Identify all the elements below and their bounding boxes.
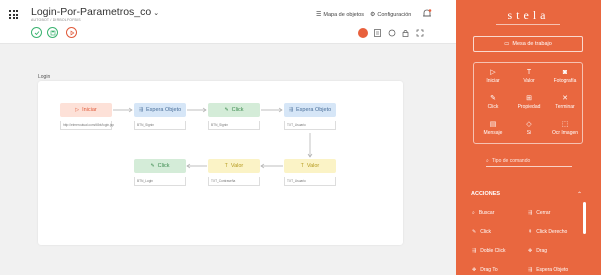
lock-icon[interactable]: [401, 29, 410, 38]
action-label: Click: [480, 229, 492, 235]
flow-connectors: [113, 107, 313, 169]
tools-palette: ▷ Iniciar T Valor ◙ Fotografía ✎ Click ⊞ Prop…: [473, 62, 583, 144]
tool-fotografia[interactable]: ◙ Fotografía: [547, 68, 583, 84]
tool-terminar[interactable]: ✕ Terminar: [547, 94, 583, 110]
command-search-placeholder: Tipo de comando: [491, 157, 531, 164]
action-drag[interactable]: ✥ Drag: [528, 248, 547, 254]
action-buscar[interactable]: ⌕ Buscar: [472, 210, 494, 216]
search-icon: ⌕: [472, 210, 475, 216]
run-button[interactable]: [66, 27, 77, 38]
action-label: Click Derecho: [536, 229, 568, 235]
chevron-down-icon[interactable]: ⌄: [153, 10, 159, 17]
double-click-icon: ⇶: [472, 248, 477, 254]
play-icon: [70, 30, 74, 35]
action-drag-to[interactable]: ✥ Drag To: [472, 267, 498, 273]
search-icon: ⌕: [486, 157, 489, 164]
text-icon: T: [526, 69, 532, 76]
map-icon: ☰: [316, 12, 322, 18]
close-icon: ✕: [562, 95, 568, 102]
tool-si[interactable]: ◇ Si: [511, 120, 547, 136]
stela-logo: stela: [507, 8, 550, 22]
tool-label: Si: [526, 130, 532, 136]
drag-icon: ✥: [528, 248, 533, 254]
top-bar: Login-Por-Parametros_co ⌄ AUTOBOT / DIRBO…: [0, 0, 456, 44]
object-map-label: Mapa de objetos: [323, 11, 365, 18]
workbench-button[interactable]: ▭ Mesa de trabajo: [473, 36, 583, 52]
page-title[interactable]: Login-Por-Parametros_co ⌄: [31, 6, 159, 18]
tool-click[interactable]: ✎ Click: [475, 94, 511, 110]
ocr-icon: ⬚: [561, 121, 569, 128]
save-icon: [50, 30, 55, 35]
tool-iniciar[interactable]: ▷ Iniciar: [475, 68, 511, 84]
tool-valor[interactable]: T Valor: [511, 68, 547, 84]
action-cerrar[interactable]: ⇶ Cerrar: [528, 210, 550, 216]
tool-label: Ocr Imagen: [551, 130, 579, 136]
tool-label: Iniciar: [486, 78, 500, 84]
action-label: Buscar: [478, 210, 495, 216]
logo-divider: [496, 24, 560, 25]
action-doble-click[interactable]: ⇶ Doble Click: [472, 248, 506, 254]
page-title-text: Login-Por-Parametros_co: [31, 6, 152, 18]
avatar-icon[interactable]: [358, 28, 368, 38]
flow-canvas[interactable]: ▷ Iniciar http://elmeroutual.com/#8xt/log…: [38, 81, 403, 245]
bell-icon[interactable]: [422, 8, 432, 19]
tool-propiedad[interactable]: ⊞ Propiedad: [511, 94, 547, 110]
diamond-icon: ◇: [526, 121, 532, 128]
settings-link[interactable]: ⚙ Configuración: [370, 11, 412, 19]
play-icon: ▷: [490, 69, 496, 76]
canvas-toolbar: [358, 28, 424, 38]
tool-ocr-imagen[interactable]: ⬚ Ocr Imagen: [547, 120, 583, 136]
action-label: Drag To: [480, 267, 498, 273]
click-icon: ✎: [472, 229, 477, 235]
drag-to-icon: ✥: [472, 267, 477, 273]
tool-label: Mensaje: [483, 130, 503, 136]
chevron-up-icon[interactable]: ⌃: [577, 191, 582, 198]
canvas-label: Login: [38, 74, 51, 80]
circle-icon[interactable]: [387, 29, 396, 38]
action-espera-objeto[interactable]: ⇶ Espera Objeto: [528, 267, 568, 273]
wait-object-icon: ⇶: [528, 267, 533, 273]
save-button[interactable]: [47, 27, 58, 38]
action-label: Drag: [536, 248, 548, 254]
folder-icon: ▭: [504, 41, 510, 47]
close-window-icon: ⇶: [528, 210, 533, 216]
tool-label: Terminar: [555, 104, 575, 110]
action-label: Espera Objeto: [536, 267, 569, 273]
tool-mensaje[interactable]: ▤ Mensaje: [475, 120, 511, 136]
gear-icon: ⚙: [370, 12, 376, 18]
tool-label: Propiedad: [517, 104, 541, 110]
property-icon: ⊞: [526, 95, 532, 102]
tool-label: Click: [487, 104, 499, 110]
tool-label: Valor: [523, 78, 535, 84]
action-label: Doble Click: [480, 248, 506, 254]
object-map-link[interactable]: ☰ Mapa de objetos: [316, 11, 365, 19]
apps-grid-icon[interactable]: [9, 10, 18, 19]
click-icon: ✎: [490, 95, 496, 102]
validate-button[interactable]: [31, 27, 42, 38]
check-icon: [34, 30, 39, 35]
action-click-derecho[interactable]: ↟ Click Derecho: [528, 229, 567, 235]
command-search-input[interactable]: ⌕ Tipo de comando: [486, 155, 572, 167]
camera-icon: ◙: [562, 69, 568, 76]
right-click-icon: ↟: [528, 229, 533, 235]
document-icon[interactable]: [373, 29, 382, 38]
actions-scrollbar[interactable]: [583, 202, 586, 234]
settings-label: Configuración: [377, 11, 412, 18]
action-click[interactable]: ✎ Click: [472, 229, 491, 235]
acciones-heading: ACCIONES: [471, 191, 501, 197]
action-label: Cerrar: [536, 210, 551, 216]
breadcrumb: AUTOBOT / DIRBOLFOFBIS: [31, 18, 81, 22]
right-panel: stela ▭ Mesa de trabajo ▷ Iniciar T Valor ◙…: [456, 0, 601, 275]
tool-label: Fotografía: [553, 78, 577, 84]
workbench-label: Mesa de trabajo: [512, 41, 552, 47]
fullscreen-icon[interactable]: [415, 29, 424, 38]
message-icon: ▤: [489, 121, 497, 128]
